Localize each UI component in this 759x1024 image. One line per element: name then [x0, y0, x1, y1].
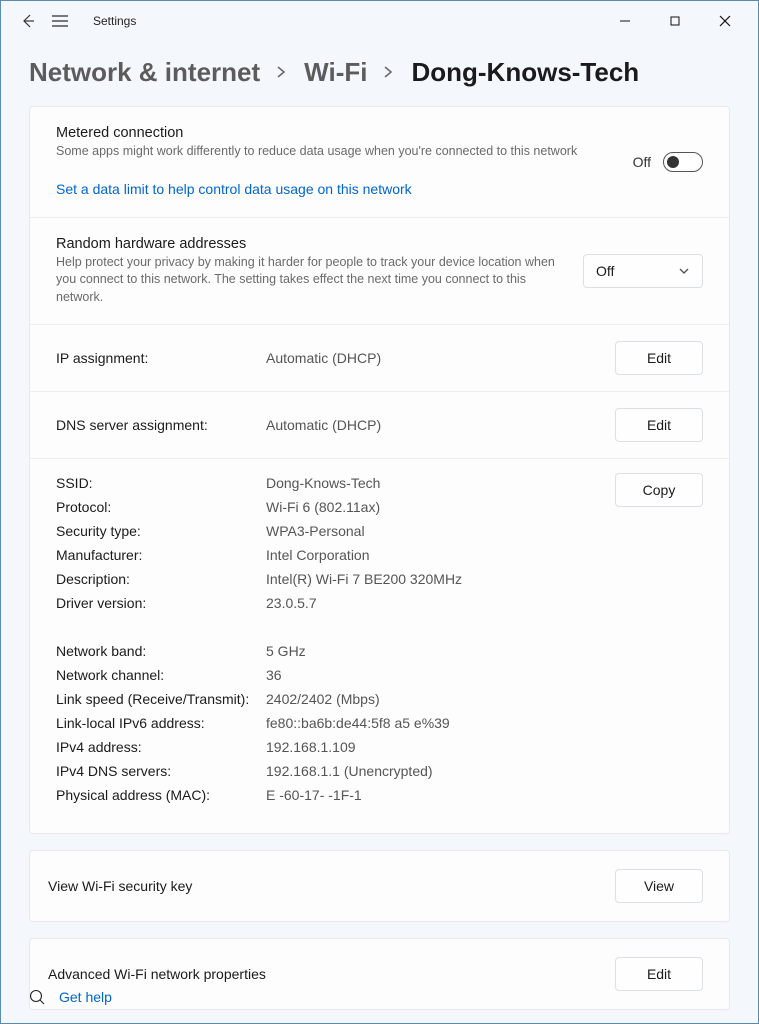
close-button[interactable] [710, 6, 740, 36]
property-row: Description:Intel(R) Wi-Fi 7 BE200 320MH… [56, 571, 703, 587]
dns-edit-button[interactable]: Edit [615, 408, 703, 442]
chevron-right-icon [381, 65, 397, 81]
random-hw-desc: Help protect your privacy by making it h… [56, 254, 567, 307]
minimize-button[interactable] [610, 6, 640, 36]
card-advanced-properties: Advanced Wi-Fi network properties Edit [29, 938, 730, 1010]
property-value: fe80::ba6b:de44:5f8 a5 e%39 [266, 715, 450, 731]
card-view-security-key: View Wi-Fi security key View [29, 850, 730, 922]
ip-edit-button[interactable]: Edit [615, 341, 703, 375]
property-row: IPv4 address:192.168.1.109 [56, 739, 703, 755]
property-row: Protocol:Wi-Fi 6 (802.11ax) [56, 499, 703, 515]
random-hw-value: Off [596, 263, 614, 279]
property-label: Link speed (Receive/Transmit): [56, 691, 266, 707]
property-row: Link-local IPv6 address:fe80::ba6b:de44:… [56, 715, 703, 731]
row-ip-assignment: IP assignment: Automatic (DHCP) Edit [30, 324, 729, 391]
row-dns-assignment: DNS server assignment: Automatic (DHCP) … [30, 391, 729, 458]
property-row: Security type:WPA3-Personal [56, 523, 703, 539]
data-limit-link[interactable]: Set a data limit to help control data us… [56, 181, 412, 197]
random-hw-dropdown[interactable]: Off [583, 254, 703, 288]
breadcrumb-wifi[interactable]: Wi-Fi [304, 57, 367, 88]
ip-label: IP assignment: [56, 350, 266, 366]
network-settings-card: Metered connection Some apps might work … [29, 106, 730, 834]
advanced-edit-button[interactable]: Edit [615, 957, 703, 991]
property-label: Security type: [56, 523, 266, 539]
property-row: Link speed (Receive/Transmit):2402/2402 … [56, 691, 703, 707]
ip-value: Automatic (DHCP) [266, 350, 381, 366]
property-value: 23.0.5.7 [266, 595, 317, 611]
property-value: Intel Corporation [266, 547, 370, 563]
copy-button[interactable]: Copy [615, 473, 703, 507]
section-random-hw: Random hardware addresses Help protect y… [30, 217, 729, 325]
metered-toggle-label: Off [633, 154, 651, 170]
titlebar: Settings [1, 1, 758, 41]
maximize-button[interactable] [660, 6, 690, 36]
metered-toggle[interactable] [663, 152, 703, 172]
help-icon [29, 989, 45, 1005]
window-title: Settings [93, 14, 136, 28]
random-hw-title: Random hardware addresses [56, 236, 567, 252]
chevron-right-icon [274, 65, 290, 81]
property-label: Driver version: [56, 595, 266, 611]
advanced-title: Advanced Wi-Fi network properties [48, 966, 266, 982]
property-row: SSID:Dong-Knows-Tech [56, 475, 703, 491]
property-value: WPA3-Personal [266, 523, 365, 539]
help-text: Get help [59, 989, 112, 1005]
property-value: E -60-17- -1F-1 [266, 787, 362, 803]
view-key-title: View Wi-Fi security key [48, 878, 192, 894]
property-label: SSID: [56, 475, 266, 491]
breadcrumb-root[interactable]: Network & internet [29, 57, 260, 88]
chevron-down-icon [678, 265, 690, 277]
property-value: Dong-Knows-Tech [266, 475, 380, 491]
section-metered: Metered connection Some apps might work … [30, 107, 729, 217]
metered-title: Metered connection [56, 125, 617, 141]
property-label: Description: [56, 571, 266, 587]
property-row: Network channel:36 [56, 667, 703, 683]
property-value: 5 GHz [266, 643, 306, 659]
property-label: Network channel: [56, 667, 266, 683]
property-value: 2402/2402 (Mbps) [266, 691, 380, 707]
property-label: Network band: [56, 643, 266, 659]
breadcrumb-current: Dong-Knows-Tech [411, 57, 639, 88]
back-button[interactable] [19, 12, 37, 30]
property-value: Intel(R) Wi-Fi 7 BE200 320MHz [266, 571, 462, 587]
dns-label: DNS server assignment: [56, 417, 266, 433]
property-row: Driver version:23.0.5.7 [56, 595, 703, 611]
property-label: Link-local IPv6 address: [56, 715, 266, 731]
hamburger-icon[interactable] [51, 12, 69, 30]
metered-desc: Some apps might work differently to redu… [56, 143, 617, 161]
dns-value: Automatic (DHCP) [266, 417, 381, 433]
property-label: Physical address (MAC): [56, 787, 266, 803]
network-properties: Copy SSID:Dong-Knows-TechProtocol:Wi-Fi … [30, 458, 729, 833]
property-row: IPv4 DNS servers:192.168.1.1 (Unencrypte… [56, 763, 703, 779]
property-value: 192.168.1.109 [266, 739, 356, 755]
property-row: Manufacturer:Intel Corporation [56, 547, 703, 563]
breadcrumb: Network & internet Wi-Fi Dong-Knows-Tech [1, 41, 758, 106]
property-value: 36 [266, 667, 282, 683]
property-row: Physical address (MAC):E -60-17- -1F-1 [56, 787, 703, 803]
property-value: Wi-Fi 6 (802.11ax) [266, 499, 380, 515]
property-value: 192.168.1.1 (Unencrypted) [266, 763, 433, 779]
property-row: Network band:5 GHz [56, 643, 703, 659]
view-key-button[interactable]: View [615, 869, 703, 903]
get-help-link[interactable]: Get help [29, 989, 112, 1005]
property-label: Protocol: [56, 499, 266, 515]
property-label: IPv4 DNS servers: [56, 763, 266, 779]
property-label: Manufacturer: [56, 547, 266, 563]
property-label: IPv4 address: [56, 739, 266, 755]
